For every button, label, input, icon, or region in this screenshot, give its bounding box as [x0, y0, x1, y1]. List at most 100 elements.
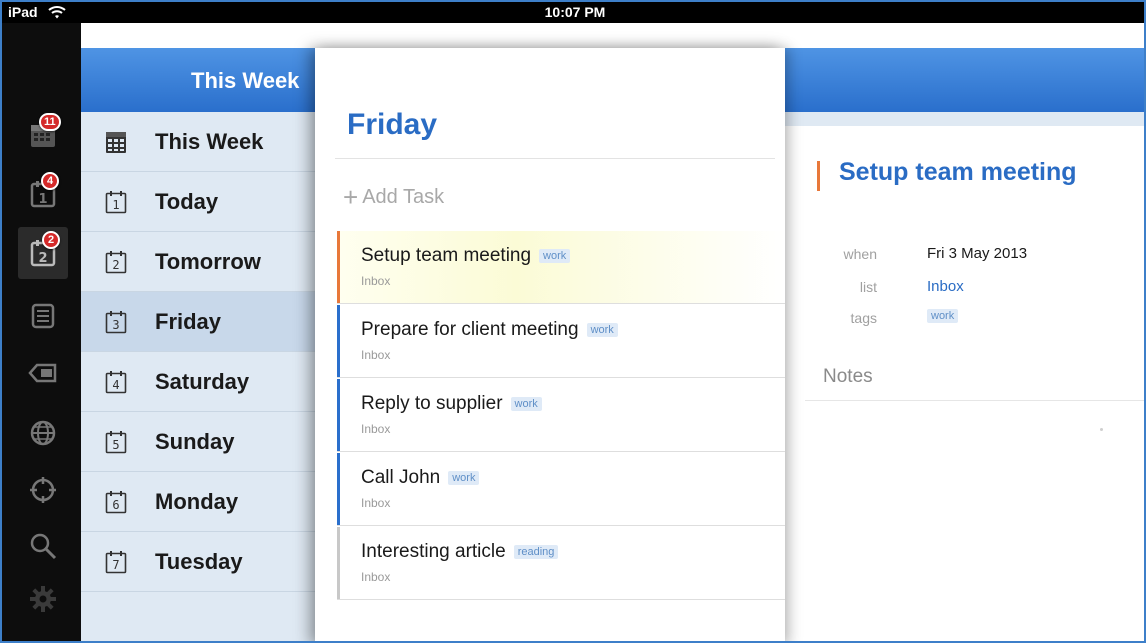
icon-strip: 11 1 4 2 2 — [2, 23, 81, 641]
list-value[interactable]: Inbox — [927, 278, 964, 295]
task-row[interactable]: Call John work Inbox — [337, 453, 785, 526]
app-frame: iPad 10:07 PM 11 1 4 2 2 This Week This … — [0, 0, 1146, 643]
sidebar-item-saturday[interactable]: 4 Saturday — [81, 352, 321, 412]
gear-icon[interactable] — [27, 583, 59, 615]
detail-header-band — [785, 112, 1144, 126]
calendar-icon: 4 — [105, 371, 127, 394]
calendar-icon: 3 — [105, 311, 127, 334]
task-row[interactable]: Setup team meeting work Inbox — [337, 231, 785, 304]
sidebar-item-label: Tuesday — [155, 549, 243, 574]
sidebar-header: This Week — [81, 48, 321, 112]
task-list-panel: Friday + Add Task Setup team meeting work … — [315, 48, 785, 641]
week-grid-icon — [106, 132, 126, 153]
task-list-name: Inbox — [361, 422, 391, 436]
add-task-label: Add Task — [362, 186, 445, 208]
calendar-icon-day: 6 — [112, 498, 119, 512]
task-list-title: Friday — [347, 108, 438, 141]
calendar-icon-day: 5 — [112, 438, 119, 452]
calendar-icon: 6 — [105, 491, 127, 514]
list-label: list — [859, 279, 877, 295]
calendar-icon: 2 — [105, 251, 127, 274]
task-title: Reply to supplier — [361, 393, 503, 414]
sidebar-item-tuesday[interactable]: 7 Tuesday — [81, 532, 321, 592]
task-row[interactable]: Prepare for client meeting work Inbox — [337, 305, 785, 378]
title-divider — [335, 158, 775, 159]
svg-text:1: 1 — [38, 192, 47, 207]
calendar-icon: 7 — [105, 551, 127, 574]
task-row[interactable]: Interesting article reading Inbox — [337, 527, 785, 600]
globe-icon[interactable] — [27, 417, 59, 449]
when-label: when — [843, 246, 877, 262]
calendar-icon: 5 — [105, 431, 127, 454]
task-list-name: Inbox — [361, 570, 391, 584]
task-list-name: Inbox — [361, 496, 391, 510]
sidebar-item-this-week[interactable]: This Week — [81, 112, 321, 172]
task-list-name: Inbox — [361, 274, 391, 288]
task-title-text: Call John work — [361, 467, 480, 489]
task-title-text: Prepare for client meeting work — [361, 319, 618, 341]
calendar-icon-day: 3 — [112, 318, 119, 332]
plus-icon: + — [343, 182, 359, 212]
add-task-button[interactable]: + Add Task — [343, 182, 444, 213]
this-week-calendar-icon[interactable]: 11 — [27, 113, 61, 151]
task-detail-panel: Setup team meeting when Fri 3 May 2013 l… — [785, 48, 1144, 641]
sidebar-item-label: Monday — [155, 489, 239, 514]
task-color-bar — [337, 231, 340, 303]
notes-area[interactable] — [1100, 428, 1103, 431]
sidebar-item-monday[interactable]: 6 Monday — [81, 472, 321, 532]
detail-priority-bar — [817, 161, 820, 191]
today-badge: 4 — [41, 172, 59, 190]
sidebar-item-label: Today — [155, 189, 219, 214]
task-tag[interactable]: work — [448, 471, 480, 485]
list-icon[interactable] — [27, 300, 59, 332]
task-color-bar — [337, 305, 340, 377]
sidebar-item-label: Tomorrow — [155, 249, 261, 274]
sidebar: This Week This Week 1 Today 2 Tomorrow 3… — [81, 48, 321, 641]
calendar-icon-day: 2 — [112, 258, 119, 272]
calendar-icon-day: 1 — [112, 198, 119, 212]
task-tag[interactable]: reading — [513, 545, 559, 559]
task-title-text: Interesting article reading — [361, 541, 559, 563]
sidebar-item-sunday[interactable]: 5 Sunday — [81, 412, 321, 472]
task-title: Prepare for client meeting — [361, 319, 579, 340]
sidebar-item-label: Friday — [155, 309, 222, 334]
tag-chip[interactable]: work — [927, 309, 959, 323]
sidebar-item-tomorrow[interactable]: 2 Tomorrow — [81, 232, 321, 292]
task-color-bar — [337, 453, 340, 525]
task-title-text: Setup team meeting work — [361, 245, 571, 267]
target-icon[interactable] — [27, 474, 59, 506]
task-title: Call John — [361, 467, 441, 488]
task-tag[interactable]: work — [586, 323, 618, 337]
task-list-name: Inbox — [361, 348, 391, 362]
calendar-icon-day: 7 — [112, 558, 119, 572]
task-title-text: Reply to supplier work — [361, 393, 542, 415]
detail-title[interactable]: Setup team meeting — [839, 158, 1077, 187]
status-bar: iPad 10:07 PM — [2, 2, 1144, 23]
task-title: Interesting article — [361, 541, 506, 562]
calendar-icon-day: 4 — [112, 378, 119, 392]
search-icon[interactable] — [27, 530, 59, 562]
when-value[interactable]: Fri 3 May 2013 — [927, 245, 1027, 262]
sidebar-header-title: This Week — [191, 68, 300, 93]
sidebar-item-today[interactable]: 1 Today — [81, 172, 321, 232]
task-tag[interactable]: work — [510, 397, 542, 411]
tomorrow-calendar-icon[interactable]: 2 2 — [18, 227, 68, 279]
sidebar-item-label: Sunday — [155, 429, 235, 454]
status-time: 10:07 PM — [544, 4, 606, 20]
notes-divider — [805, 400, 1144, 401]
svg-text:2: 2 — [38, 251, 47, 266]
notes-label: Notes — [823, 366, 873, 387]
task-tag[interactable]: work — [539, 249, 571, 263]
detail-header — [785, 48, 1144, 112]
this-week-badge: 11 — [39, 113, 61, 131]
tags-label: tags — [850, 310, 877, 326]
tag-icon[interactable] — [27, 357, 59, 389]
today-calendar-icon[interactable]: 1 4 — [27, 172, 59, 210]
task-title: Setup team meeting — [361, 245, 532, 266]
calendar-icon: 1 — [105, 191, 127, 214]
sidebar-item-label: Saturday — [155, 369, 250, 394]
sidebar-item-friday[interactable]: 3 Friday — [81, 292, 321, 352]
task-row[interactable]: Reply to supplier work Inbox — [337, 379, 785, 452]
task-color-bar — [337, 379, 340, 451]
tomorrow-badge: 2 — [42, 231, 60, 249]
